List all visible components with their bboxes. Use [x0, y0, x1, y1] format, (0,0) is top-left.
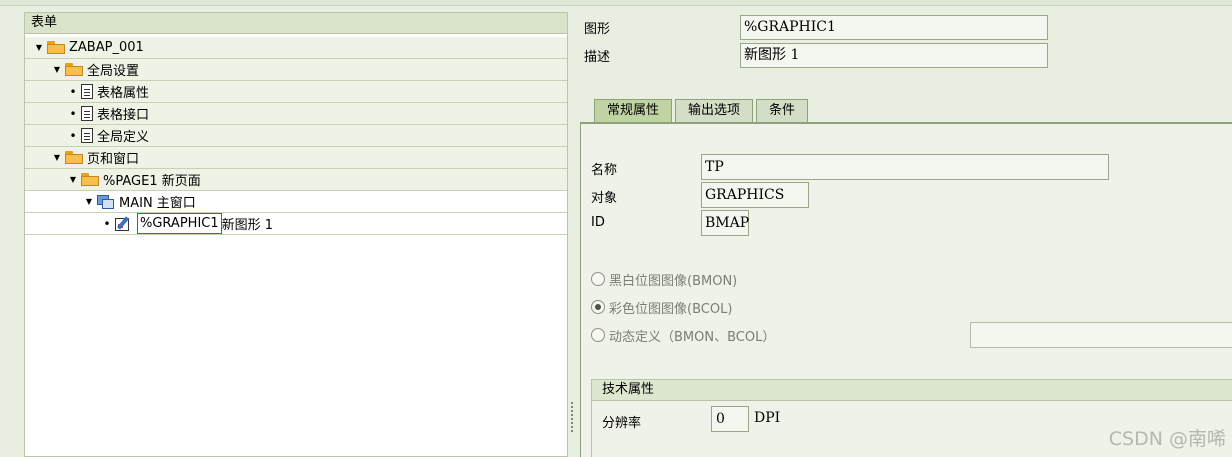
- top-strip: [0, 0, 1232, 6]
- group-title: 技术属性: [592, 380, 1232, 401]
- radio-button-icon[interactable]: [591, 328, 605, 342]
- resolution-unit: DPI: [754, 410, 781, 426]
- radio-label: 黑白位图图像(BMON): [609, 273, 738, 289]
- tab-conditions[interactable]: 条件: [756, 99, 809, 123]
- expand-triangle-icon[interactable]: ▼: [67, 175, 79, 184]
- radio-label: 动态定义（BMON、BCOL）: [609, 329, 776, 345]
- graphic-edit-icon: [115, 215, 133, 232]
- graphic-label: 图形: [584, 22, 611, 37]
- tree-row-pages-windows[interactable]: ▼ 页和窗口: [25, 147, 567, 169]
- tab-content-general: 名称 TP 对象 GRAPHICS ID BMAP 黑白位图图像(BMON) 彩…: [580, 122, 1232, 457]
- folder-open-icon: [65, 151, 83, 164]
- graphic-name-field[interactable]: %GRAPHIC1: [740, 15, 1048, 40]
- tree-row-zabap[interactable]: ▼ ZABAP_001: [25, 37, 567, 59]
- folder-open-icon: [47, 41, 65, 54]
- graphic-row: 图形 %GRAPHIC1: [578, 14, 1232, 40]
- tree-row-graphic1[interactable]: • %GRAPHIC1 新图形 1: [25, 213, 567, 235]
- selected-node-label[interactable]: %GRAPHIC1: [137, 213, 222, 234]
- name-field[interactable]: TP: [701, 154, 1109, 180]
- expand-triangle-icon[interactable]: ▼: [51, 65, 63, 74]
- window-icon: [97, 194, 115, 209]
- form-tree-panel: 表单 ▼ ZABAP_001 ▼ 全局设置 • 表格属性 • 表格接口 • 全局…: [24, 12, 568, 457]
- tree-node-label: 表格接口: [97, 108, 150, 123]
- radio-label: 彩色位图图像(BCOL): [609, 301, 733, 317]
- id-row: ID BMAP: [591, 210, 1231, 236]
- tree-row-form-interface[interactable]: • 表格接口: [25, 103, 567, 125]
- details-panel: 图形 %GRAPHIC1 描述 新图形 1 常规属性 输出选项 条件 名称 TP…: [578, 12, 1232, 457]
- resolution-field[interactable]: 0: [711, 406, 749, 432]
- folder-open-icon: [65, 63, 83, 76]
- expand-triangle-icon[interactable]: ▼: [83, 197, 95, 206]
- watermark-text: CSDN @南唏: [1108, 428, 1226, 450]
- name-row: 名称 TP: [591, 154, 1231, 180]
- expand-triangle-icon[interactable]: ▼: [33, 43, 45, 52]
- dynamic-definition-field[interactable]: [970, 322, 1232, 348]
- tree-row-global-settings[interactable]: ▼ 全局设置: [25, 59, 567, 81]
- document-icon: [81, 84, 93, 99]
- radio-bmon[interactable]: 黑白位图图像(BMON): [591, 268, 737, 290]
- bullet-icon: •: [69, 84, 77, 99]
- tree-row-main-window[interactable]: ▼ MAIN 主窗口: [25, 191, 567, 213]
- tree-node-desc: 新图形 1: [221, 218, 274, 233]
- description-field[interactable]: 新图形 1: [740, 43, 1048, 68]
- radio-bcol[interactable]: 彩色位图图像(BCOL): [591, 296, 732, 318]
- tab-general-attributes[interactable]: 常规属性: [594, 99, 673, 123]
- tree-node-label: ZABAP_001: [69, 40, 144, 55]
- document-icon: [81, 128, 93, 143]
- tree-node-label: MAIN 主窗口: [119, 196, 196, 211]
- description-row: 描述 新图形 1: [578, 42, 1232, 68]
- tab-strip: 常规属性 输出选项 条件: [594, 99, 811, 123]
- tree-node-label: 页和窗口: [87, 152, 140, 167]
- radio-button-selected-icon[interactable]: [591, 300, 605, 314]
- folder-open-icon: [81, 173, 99, 186]
- tree-node-label: 全局设置: [87, 64, 140, 79]
- object-row: 对象 GRAPHICS: [591, 182, 1231, 208]
- id-label: ID: [591, 215, 605, 230]
- bullet-icon: •: [103, 216, 111, 231]
- id-field[interactable]: BMAP: [701, 210, 749, 236]
- description-label: 描述: [584, 50, 611, 65]
- tree-row-page1[interactable]: ▼ %PAGE1 新页面: [25, 169, 567, 191]
- tree-node-label: %PAGE1 新页面: [103, 174, 201, 189]
- tree-row-form-attributes[interactable]: • 表格属性: [25, 81, 567, 103]
- panel-splitter-handle[interactable]: [570, 400, 574, 440]
- tree-row-global-definitions[interactable]: • 全局定义: [25, 125, 567, 147]
- tree-header: 表单: [25, 13, 567, 34]
- document-icon: [81, 106, 93, 121]
- object-label: 对象: [591, 191, 618, 206]
- tree-node-label: 全局定义: [97, 130, 150, 145]
- name-label: 名称: [591, 163, 618, 178]
- tab-output-options[interactable]: 输出选项: [675, 99, 754, 123]
- bullet-icon: •: [69, 106, 77, 121]
- object-field[interactable]: GRAPHICS: [701, 182, 809, 208]
- bullet-icon: •: [69, 128, 77, 143]
- radio-button-icon[interactable]: [591, 272, 605, 286]
- expand-triangle-icon[interactable]: ▼: [51, 153, 63, 162]
- radio-dynamic[interactable]: 动态定义（BMON、BCOL）: [591, 324, 775, 346]
- tree-node-label: 表格属性: [97, 86, 150, 101]
- resolution-label: 分辨率: [602, 416, 642, 431]
